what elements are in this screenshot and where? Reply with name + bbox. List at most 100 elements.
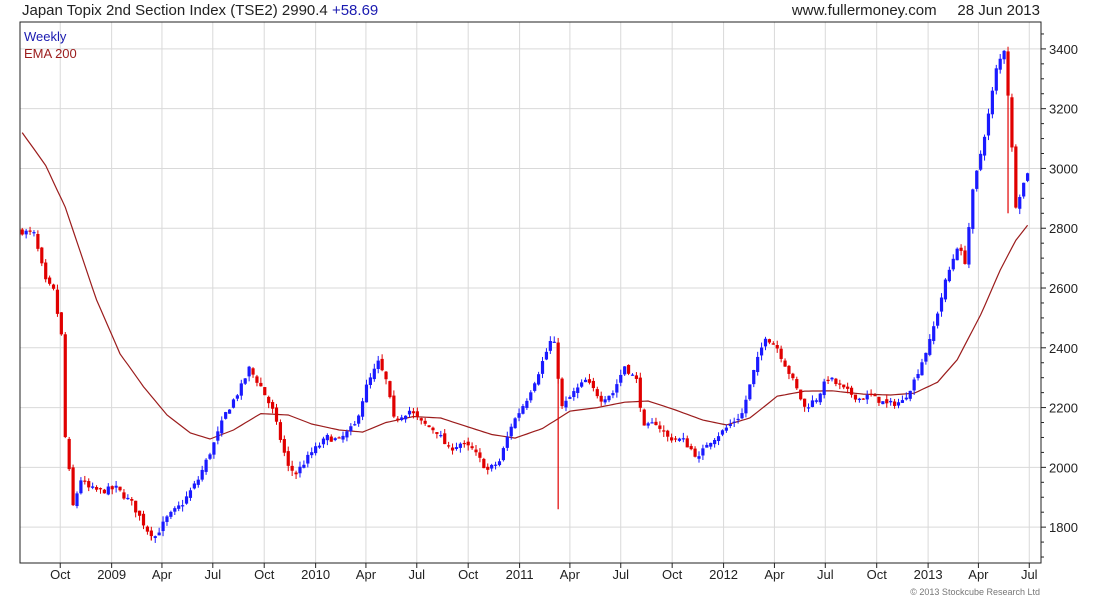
candle-body [411, 411, 416, 414]
candle-body [247, 366, 251, 377]
candle [752, 369, 756, 388]
candle [849, 385, 854, 398]
candle-body [1022, 182, 1026, 197]
candle [67, 436, 71, 471]
candle-body [274, 407, 279, 422]
candlestick-chart: 1800 2000 2200 2400 2600 2800 3000 3200 3400 Oct… [19, 21, 1078, 597]
candle-body [681, 438, 685, 440]
candle-body [896, 402, 901, 406]
candle-body [380, 358, 384, 371]
candle [44, 259, 48, 283]
candle [282, 435, 286, 457]
candle-body [165, 516, 169, 522]
candle [141, 510, 146, 530]
candle-body [482, 458, 486, 469]
candle [267, 395, 271, 409]
candle-body [110, 486, 114, 490]
candle-body [466, 441, 470, 446]
candle-body [626, 364, 631, 374]
candle-body [685, 438, 689, 448]
candle [216, 426, 220, 445]
candle-body [673, 438, 678, 440]
candle [658, 421, 662, 433]
x-tick-label: Apr [356, 567, 377, 582]
candle-body [689, 446, 693, 450]
candle-body [321, 438, 326, 445]
candle [595, 386, 599, 399]
candle-body [447, 445, 451, 447]
candle [943, 278, 948, 303]
candle-body [724, 427, 728, 431]
candle [677, 437, 682, 442]
x-tick-label: Apr [560, 567, 581, 582]
candle [947, 266, 951, 283]
candle-body [317, 445, 322, 448]
candle [443, 429, 447, 445]
x-tick-label: Jul [204, 567, 221, 582]
candle [791, 372, 795, 381]
candle-body [947, 269, 951, 282]
candle-body [220, 420, 224, 434]
candle-body [572, 391, 576, 398]
candle [333, 437, 337, 442]
candle-body [55, 289, 60, 314]
candle-body [713, 439, 717, 445]
candle [955, 247, 959, 261]
candle-body [756, 356, 760, 373]
candle [756, 351, 760, 376]
candle-body [959, 247, 963, 251]
candle [137, 510, 142, 521]
candle [673, 436, 678, 443]
candle-body [208, 454, 212, 459]
candle [173, 506, 177, 516]
candle [924, 352, 928, 365]
candle [838, 379, 842, 390]
candle [431, 426, 435, 434]
candle-body [345, 431, 349, 438]
x-tick-label: 2013 [914, 567, 943, 582]
candle-body [638, 377, 642, 408]
candle-body [795, 379, 799, 389]
candle-body [126, 497, 130, 500]
candle-body [83, 480, 87, 482]
candle-body [525, 400, 529, 408]
candle-body [157, 532, 161, 536]
candle [435, 432, 439, 439]
candle [169, 510, 173, 520]
candle-body [306, 454, 310, 464]
candle [857, 397, 861, 403]
candle-body [830, 377, 834, 380]
candle-body [650, 422, 654, 424]
candle-body [889, 400, 893, 403]
candle [278, 419, 283, 443]
candle-body [779, 348, 783, 359]
candle [204, 458, 208, 475]
candle [63, 332, 67, 439]
candle [975, 170, 979, 192]
candle [885, 394, 889, 408]
candle-body [595, 389, 599, 397]
y-tick-label: 3200 [1049, 102, 1078, 117]
y-tick-label: 2000 [1049, 460, 1078, 475]
candle [478, 448, 482, 463]
candle [349, 423, 353, 436]
candle [959, 244, 963, 256]
candle-body [1014, 146, 1018, 208]
x-tick-label: 2011 [506, 567, 534, 582]
candle [427, 425, 431, 428]
candle-body [337, 437, 341, 439]
candle [208, 452, 212, 461]
candle-body [294, 472, 298, 475]
candle-body [419, 418, 423, 421]
plot-frame [19, 21, 1042, 564]
candle [994, 64, 998, 95]
candle-body [122, 492, 126, 499]
candle-body [791, 373, 795, 379]
candle-body [263, 387, 267, 396]
candle [400, 414, 404, 422]
candle [447, 441, 451, 449]
candle-body [509, 426, 513, 437]
candle [357, 414, 361, 427]
candle [83, 475, 87, 485]
x-tick-label: Oct [662, 567, 683, 582]
